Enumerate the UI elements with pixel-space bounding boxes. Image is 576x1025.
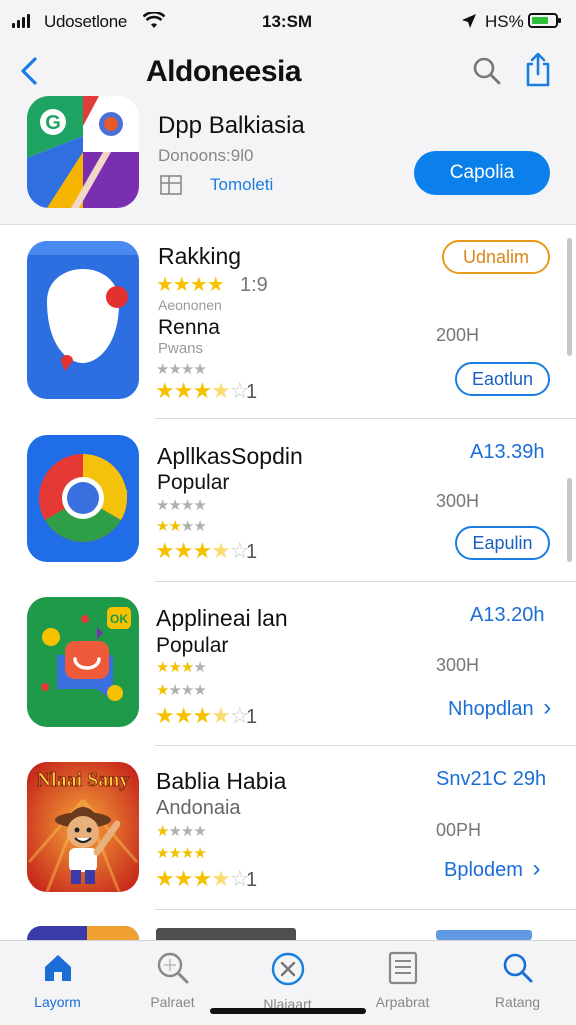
app-icon-partial[interactable] <box>27 926 139 940</box>
home-icon <box>44 955 71 981</box>
tab-search-alt[interactable]: Palraet <box>115 951 230 1010</box>
wifi-icon <box>143 12 165 28</box>
featured-get-button[interactable]: Capolia <box>414 151 550 195</box>
app-action-button[interactable]: Eapulin <box>455 526 550 560</box>
tab-document[interactable]: Arpabrat <box>345 951 460 1010</box>
row-divider <box>155 745 576 746</box>
clock: 13:SM <box>262 12 313 31</box>
status-badge[interactable]: Udnalim <box>442 240 550 274</box>
carrier-name: Udosetlone <box>44 12 128 31</box>
app-size: 00PH <box>436 820 482 840</box>
share-icon[interactable] <box>524 52 552 88</box>
app-size: 300H <box>436 655 480 675</box>
rating-stars-main: ★★★★☆ <box>155 538 250 563</box>
app-icon-chat[interactable]: OK <box>27 597 139 727</box>
rating-count: 1 <box>246 541 258 563</box>
app-name: Applineai lan <box>156 605 288 631</box>
rating-count: 1 <box>246 381 258 403</box>
app-size: 200H <box>436 325 480 345</box>
featured-category-link[interactable]: Tomoleti <box>210 175 273 195</box>
document-icon <box>388 951 417 985</box>
scrollbar[interactable] <box>567 238 572 356</box>
partial-row-price <box>436 930 532 940</box>
app-developer: Aeononen <box>158 297 222 313</box>
row-divider <box>155 909 576 910</box>
signal-icon <box>12 14 36 28</box>
battery-icon <box>528 13 561 28</box>
chevron-right-icon: › <box>532 855 541 882</box>
app-size: 300H <box>436 491 480 511</box>
row-divider <box>155 581 576 582</box>
app-subtitle: Popular <box>157 471 230 494</box>
mini-rating-stars: ★★★★ <box>156 497 207 514</box>
grid-icon <box>160 175 182 195</box>
row-divider <box>155 418 576 419</box>
app-action-link[interactable]: Bplodem › <box>444 855 541 883</box>
app-action-label: Bplodem <box>444 859 523 881</box>
mini-rating-stars: ★★★★ <box>156 823 207 840</box>
rating-count-top: 1:9 <box>240 274 268 296</box>
app-name: Bablia Habia <box>156 768 287 794</box>
app-icon-game[interactable]: Nlaai Sany <box>27 762 139 892</box>
app-price: A13.20h <box>470 604 545 626</box>
app-name: ApllkasSopdin <box>157 443 303 469</box>
search-icon[interactable] <box>472 56 502 86</box>
tab-label: Ratang <box>494 994 541 1010</box>
app-price: Snv21C 29h <box>436 768 547 790</box>
rating-count: 1 <box>246 869 258 891</box>
featured-app-icon[interactable]: G <box>27 96 139 208</box>
app-subtitle: Andonaia <box>156 797 241 819</box>
location-arrow-icon <box>462 14 476 28</box>
app-subtitle: Popular <box>156 634 229 657</box>
tab-home[interactable]: Layorm <box>0 951 115 1010</box>
page-title: Aldoneesia <box>146 55 302 88</box>
app-action-label: Nhopdlan <box>448 698 534 720</box>
tab-label: Layorm <box>34 994 81 1010</box>
close-circle-icon <box>271 952 304 986</box>
app-action-link[interactable]: Nhopdlan › <box>448 694 551 722</box>
mini-rating-stars: ★★★★ <box>156 659 207 676</box>
status-bar: Udosetlone 13:SM HS% <box>0 0 576 44</box>
battery-percent: HS% <box>485 12 524 31</box>
rating-stars-main: ★★★★☆ <box>155 866 250 891</box>
rating-count: 1 <box>246 706 258 728</box>
home-indicator <box>210 1008 366 1014</box>
featured-app-name: Dpp Balkiasia <box>158 112 305 139</box>
game-logo-text: Nlaai Sany <box>37 769 130 791</box>
chevron-right-icon: › <box>543 694 552 721</box>
scrollbar-segment <box>567 478 572 562</box>
partial-row-text <box>156 928 456 940</box>
app-action-button[interactable]: Eaotlun <box>455 362 550 396</box>
back-chevron-icon[interactable] <box>18 56 40 86</box>
search-icon <box>503 953 532 983</box>
search-magnifier-icon <box>157 952 188 984</box>
rating-stars-main: ★★★★☆ <box>155 703 250 728</box>
app-subtitle: Renna <box>158 316 220 339</box>
featured-downloads: Donoons:9l0 <box>158 146 254 165</box>
mini-rating-stars: ★★★★ <box>156 361 207 378</box>
app-caption: Pwans <box>158 340 204 357</box>
app-icon-chrome[interactable] <box>27 435 139 562</box>
tab-cancel[interactable]: Nlajaart <box>230 951 345 1012</box>
svg-text:G: G <box>45 112 61 134</box>
app-price: A13.39h <box>470 441 545 463</box>
svg-text:OK: OK <box>110 612 128 626</box>
mini-rating-stars: ★★★★ <box>156 845 207 862</box>
mini-rating-stars: ★★★★ <box>156 518 207 535</box>
app-icon-rakking[interactable] <box>27 241 139 399</box>
tab-search[interactable]: Ratang <box>460 951 575 1010</box>
rating-stars: ★★★★ <box>156 274 225 296</box>
rating-stars-main: ★★★★☆ <box>155 378 250 403</box>
mini-rating-stars: ★★★★ <box>156 682 207 699</box>
app-name: Rakking <box>158 243 242 269</box>
